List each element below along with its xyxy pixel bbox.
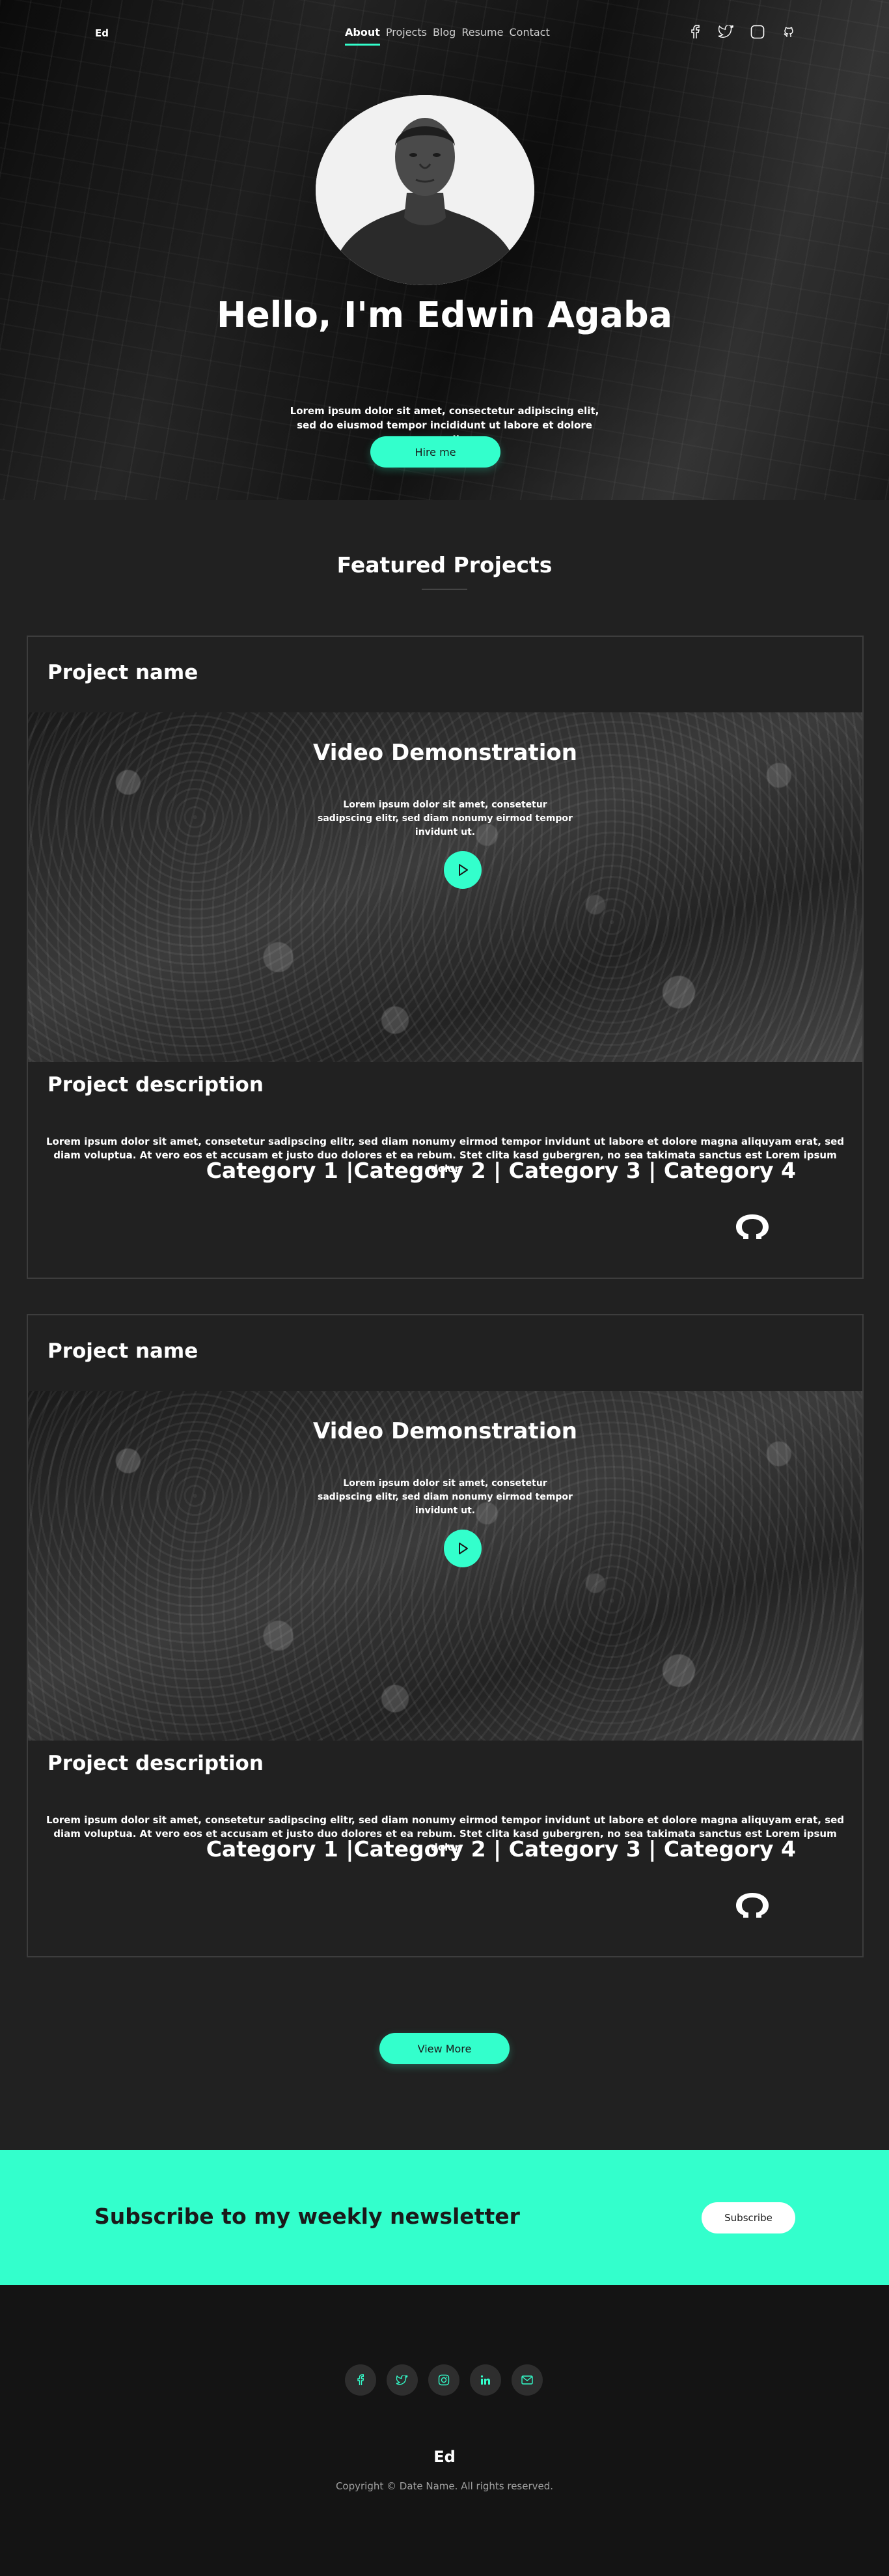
play-button[interactable] bbox=[444, 851, 482, 889]
nav-social-icons bbox=[687, 23, 797, 40]
instagram-icon[interactable] bbox=[428, 2364, 459, 2396]
nav-links: About Projects Blog Resume Contact bbox=[345, 26, 550, 46]
nav-link-resume[interactable]: Resume bbox=[461, 26, 503, 46]
project-description-title: Project description bbox=[48, 1073, 264, 1097]
view-more-button[interactable]: View More bbox=[379, 2033, 510, 2064]
mail-icon[interactable] bbox=[512, 2364, 543, 2396]
github-icon[interactable] bbox=[780, 23, 797, 40]
nav-link-contact[interactable]: Contact bbox=[509, 26, 549, 46]
subscribe-button[interactable]: Subscribe bbox=[702, 2202, 795, 2233]
top-nav: Ed About Projects Blog Resume Contact bbox=[0, 0, 889, 52]
footer: Ed Copyright © Date Name. All rights res… bbox=[0, 2285, 889, 2576]
play-button[interactable] bbox=[444, 1530, 482, 1567]
newsletter-banner: Subscribe to my weekly newsletter Subscr… bbox=[0, 2150, 889, 2285]
project-categories: Category 1 |Category 2 | Category 3 | Ca… bbox=[206, 1158, 796, 1183]
project-card: Project name Video Demonstration Lorem i… bbox=[27, 1314, 864, 1957]
nav-link-about[interactable]: About bbox=[345, 26, 380, 46]
video-title: Video Demonstration bbox=[313, 1418, 577, 1444]
play-icon bbox=[459, 1543, 468, 1554]
video-demo[interactable]: Video Demonstration Lorem ipsum dolor si… bbox=[28, 712, 862, 1062]
video-demo[interactable]: Video Demonstration Lorem ipsum dolor si… bbox=[28, 1391, 862, 1741]
hire-me-button[interactable]: Hire me bbox=[370, 436, 500, 468]
linkedin-icon[interactable] bbox=[470, 2364, 501, 2396]
brand-logo[interactable]: Ed bbox=[95, 27, 109, 39]
project-description-title: Project description bbox=[48, 1752, 264, 1775]
nav-link-projects[interactable]: Projects bbox=[386, 26, 427, 46]
title-divider bbox=[422, 589, 467, 590]
footer-brand[interactable]: Ed bbox=[0, 2448, 889, 2466]
video-text: Lorem ipsum dolor sit amet, consetetur s… bbox=[318, 800, 573, 837]
facebook-icon[interactable] bbox=[687, 23, 704, 40]
video-text: Lorem ipsum dolor sit amet, consetetur s… bbox=[318, 1478, 573, 1516]
footer-social-icons bbox=[345, 2364, 543, 2396]
project-name: Project name bbox=[48, 1339, 198, 1363]
newsletter-title: Subscribe to my weekly newsletter bbox=[94, 2204, 520, 2229]
hero-section: Ed About Projects Blog Resume Contact He… bbox=[0, 0, 889, 500]
facebook-icon[interactable] bbox=[345, 2364, 376, 2396]
twitter-icon[interactable] bbox=[387, 2364, 418, 2396]
section-title: Featured Projects bbox=[336, 552, 553, 578]
project-name: Project name bbox=[48, 661, 198, 684]
instagram-icon[interactable] bbox=[749, 23, 766, 40]
copyright-text: Copyright © Date Name. All rights reserv… bbox=[335, 2480, 554, 2492]
video-title: Video Demonstration bbox=[313, 740, 577, 766]
github-icon[interactable] bbox=[734, 1891, 771, 1920]
github-icon[interactable] bbox=[734, 1212, 771, 1241]
play-icon bbox=[459, 864, 468, 876]
profile-avatar bbox=[316, 95, 534, 285]
project-categories: Category 1 |Category 2 | Category 3 | Ca… bbox=[206, 1836, 796, 1862]
nav-link-blog[interactable]: Blog bbox=[433, 26, 456, 46]
project-card: Project name Video Demonstration Lorem i… bbox=[27, 636, 864, 1279]
hero-title: Hello, I'm Edwin Agaba bbox=[216, 294, 673, 335]
twitter-icon[interactable] bbox=[718, 23, 735, 40]
